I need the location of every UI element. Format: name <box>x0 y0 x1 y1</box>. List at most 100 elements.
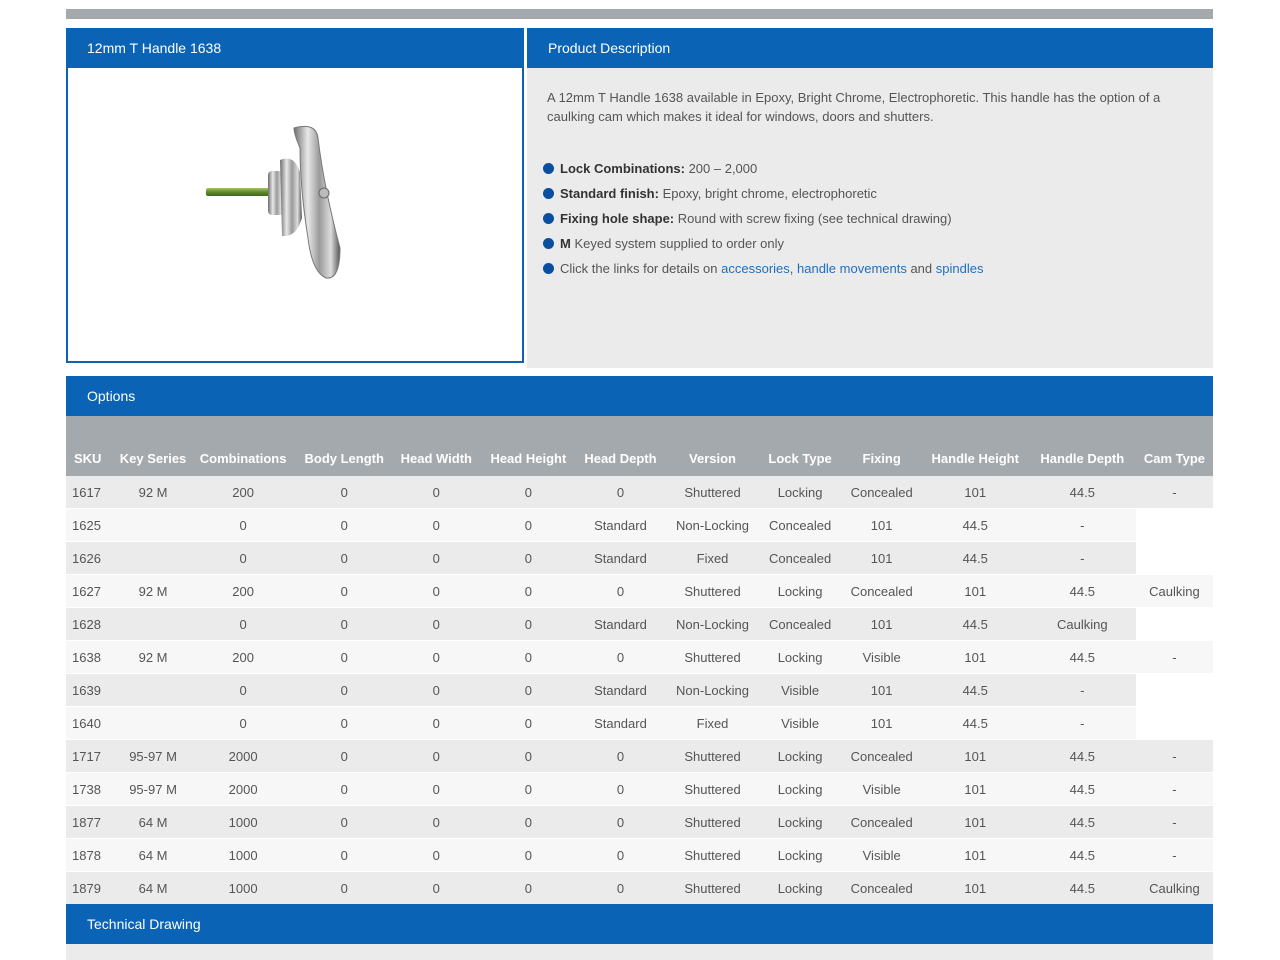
table-cell: 0 <box>188 541 299 575</box>
table-cell: 44.5 <box>1028 772 1136 806</box>
table-cell: 1000 <box>188 838 299 872</box>
feature-item-links: Click the links for details on accessori… <box>543 256 1193 281</box>
table-cell: - <box>1028 541 1136 575</box>
table-cell: Shuttered <box>666 640 759 674</box>
table-cell: Shuttered <box>666 838 759 872</box>
table-cell: 0 <box>298 772 391 806</box>
table-cell: 1878 <box>66 838 119 872</box>
feature-label: M <box>560 236 571 251</box>
table-cell: 0 <box>482 772 575 806</box>
table-cell: 0 <box>482 476 575 509</box>
table-cell: Locking <box>758 805 842 839</box>
table-cell: 0 <box>574 838 667 872</box>
table-cell: 1877 <box>66 805 119 839</box>
table-cell: Concealed <box>841 739 922 773</box>
table-cell: 101 <box>921 476 1029 509</box>
bullet-icon <box>543 163 554 174</box>
table-cell: - <box>1028 508 1136 542</box>
table-cell: 101 <box>921 838 1029 872</box>
table-cell: 44.5 <box>921 607 1029 641</box>
description-panel: A 12mm T Handle 1638 available in Epoxy,… <box>527 68 1213 368</box>
table-cell: 0 <box>482 640 575 674</box>
table-cell: 0 <box>482 739 575 773</box>
accessories-link[interactable]: accessories <box>721 261 790 276</box>
table-cell: 1879 <box>66 871 119 905</box>
feature-label: Standard finish: <box>560 186 659 201</box>
table-cell: 0 <box>298 838 391 872</box>
table-cell: 64 M <box>118 871 189 905</box>
table-cell: 0 <box>390 541 483 575</box>
table-cell: 0 <box>482 508 575 542</box>
table-cell: Shuttered <box>666 476 759 509</box>
table-cell: Standard <box>574 706 667 740</box>
table-cell: 92 M <box>118 476 189 509</box>
table-cell: 0 <box>390 706 483 740</box>
technical-drawing-title: Technical Drawing <box>87 916 201 932</box>
table-cell: 200 <box>188 574 299 608</box>
column-header: Head Depth <box>574 416 667 476</box>
table-cell: Concealed <box>841 871 922 905</box>
technical-drawing-title-bar: Technical Drawing <box>66 904 1213 944</box>
table-cell: 0 <box>482 574 575 608</box>
handle-movements-link[interactable]: handle movements <box>797 261 907 276</box>
table-cell: 44.5 <box>921 706 1029 740</box>
table-cell <box>1135 706 1213 740</box>
table-cell: 0 <box>298 805 391 839</box>
feature-value: 200 – 2,000 <box>684 161 758 176</box>
table-cell: 0 <box>390 508 483 542</box>
description-text: A 12mm T Handle 1638 available in Epoxy,… <box>547 90 1161 124</box>
table-cell: 0 <box>298 607 391 641</box>
table-cell: 44.5 <box>921 508 1029 542</box>
table-cell <box>1135 607 1213 641</box>
table-cell: 1627 <box>66 574 119 608</box>
table-cell <box>118 508 189 542</box>
table-cell: Non-Locking <box>666 607 759 641</box>
table-row: 1617 92 M 200 0 0 0 0 Shuttered Locking Concealed… <box>66 476 1213 509</box>
column-header: Head Height <box>482 416 575 476</box>
table-cell: 101 <box>921 772 1029 806</box>
table-cell: 1625 <box>66 508 119 542</box>
description-title-bar: Product Description <box>527 28 1213 68</box>
links-prefix: Click the links for details on <box>560 261 722 276</box>
table-cell: 44.5 <box>1028 871 1136 905</box>
table-cell: 0 <box>482 838 575 872</box>
table-cell: 44.5 <box>1028 476 1136 509</box>
table-cell: Shuttered <box>666 772 759 806</box>
top-divider-bar <box>66 9 1213 19</box>
table-row: 1639 0 0 0 0 Standard Non-Locking Visible 101 44.… <box>66 673 1213 707</box>
table-cell: Locking <box>758 574 842 608</box>
table-cell: 2000 <box>188 739 299 773</box>
table-row: 1878 64 M 1000 0 0 0 0 Shuttered Locking Visible 1… <box>66 838 1213 872</box>
table-cell: 0 <box>574 640 667 674</box>
table-cell: Locking <box>758 838 842 872</box>
product-image-frame <box>66 68 524 363</box>
table-cell: 101 <box>921 871 1029 905</box>
table-cell: Concealed <box>758 541 842 575</box>
spindles-link[interactable]: spindles <box>936 261 984 276</box>
table-cell: Caulking <box>1135 871 1213 905</box>
table-cell: 0 <box>482 607 575 641</box>
table-cell: 0 <box>390 574 483 608</box>
feature-list: Lock Combinations: 200 – 2,000 Standard … <box>543 156 1193 281</box>
table-cell: Locking <box>758 871 842 905</box>
table-cell: 0 <box>482 706 575 740</box>
table-cell: 0 <box>482 541 575 575</box>
table-cell: Non-Locking <box>666 508 759 542</box>
table-cell: 0 <box>574 772 667 806</box>
bullet-icon <box>543 238 554 249</box>
column-header: Head Width <box>390 416 483 476</box>
table-cell: 0 <box>188 706 299 740</box>
table-cell: 0 <box>390 871 483 905</box>
table-cell: 1717 <box>66 739 119 773</box>
table-cell: 0 <box>574 739 667 773</box>
table-cell: 101 <box>841 706 922 740</box>
table-cell: 1000 <box>188 805 299 839</box>
table-cell: 0 <box>298 706 391 740</box>
table-cell: 92 M <box>118 574 189 608</box>
table-cell: 92 M <box>118 640 189 674</box>
feature-value: Round with screw fixing (see technical d… <box>674 211 952 226</box>
table-cell: Shuttered <box>666 871 759 905</box>
table-cell: 0 <box>188 508 299 542</box>
table-cell: 101 <box>841 607 922 641</box>
table-cell: 101 <box>921 574 1029 608</box>
